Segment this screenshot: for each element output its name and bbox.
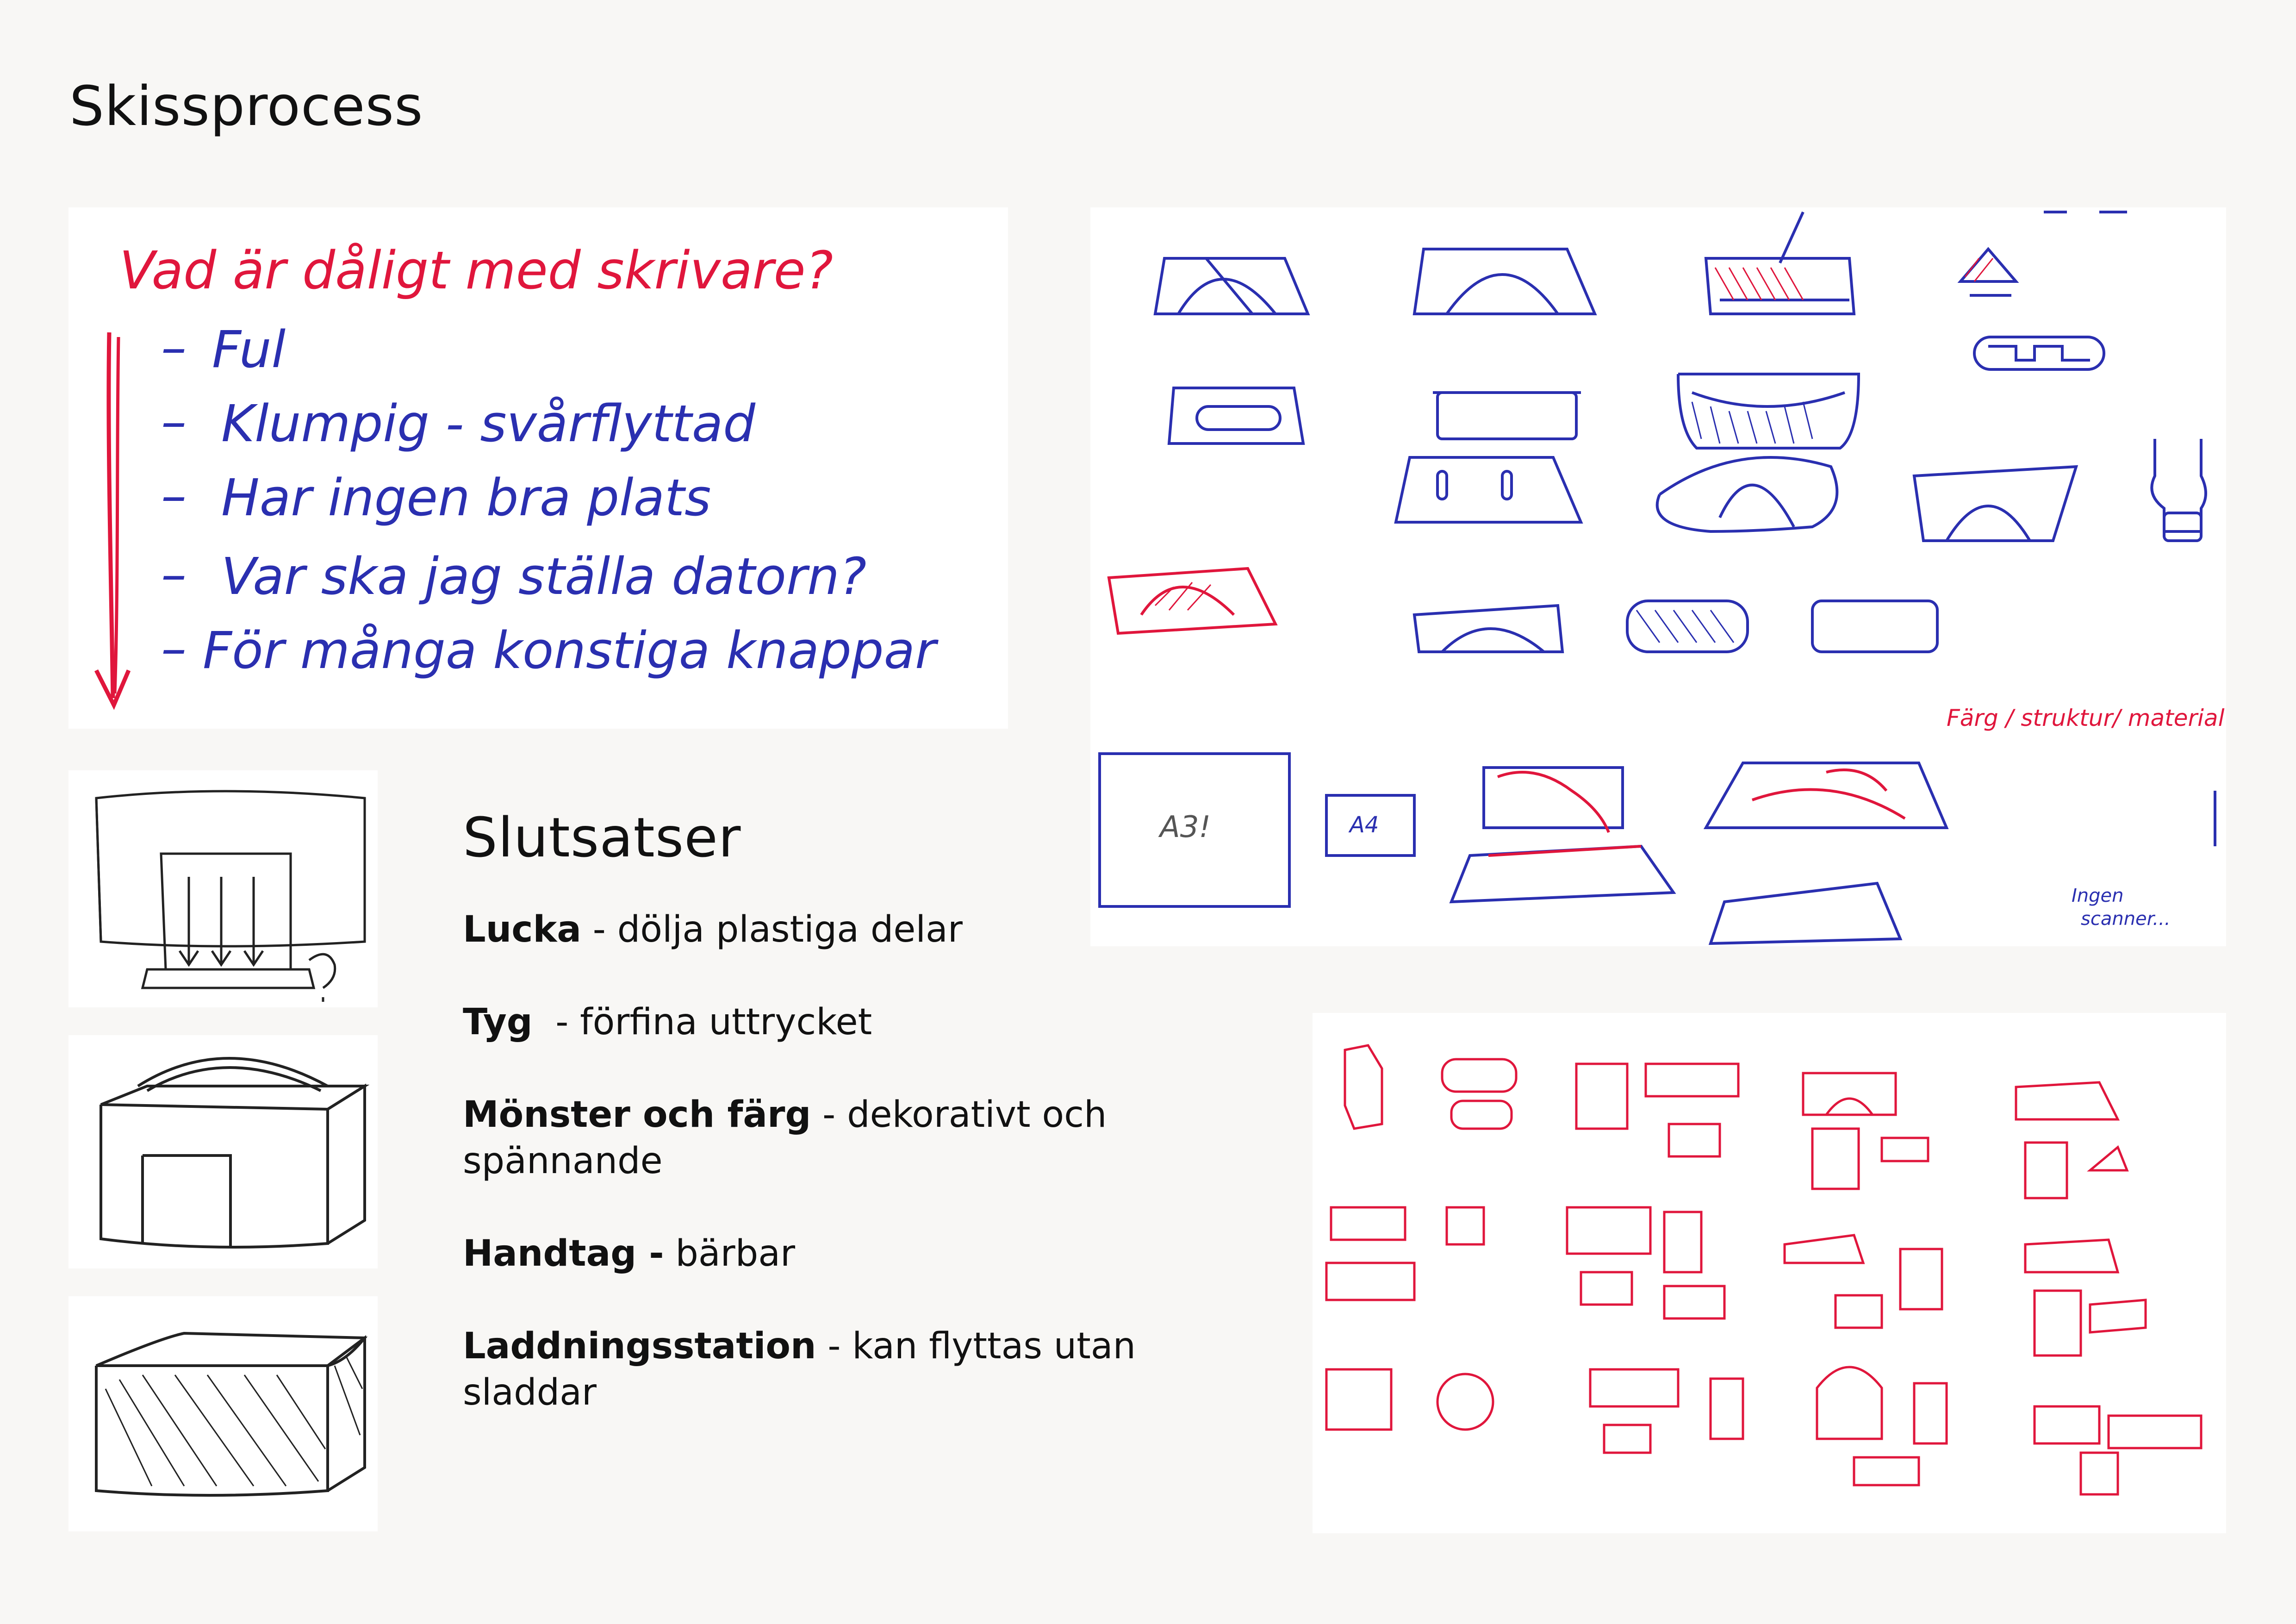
- page-title: Skissprocess: [69, 74, 423, 138]
- conclusion-item: Handtag - bärbar: [463, 1230, 1185, 1277]
- notes-bullet: –: [161, 318, 187, 377]
- printer-shape-sketches: A3! A4 Färg / struktur/ material? Ingen …: [1098, 211, 2226, 945]
- conclusions-section: Slutsatser Lucka - dölja plastiga delar …: [463, 806, 1185, 1462]
- notes-arrow-line: [106, 332, 115, 699]
- notes-point-3: Har ingen bra plats: [221, 468, 711, 527]
- printer-hatch-sketch: [95, 790, 366, 1002]
- printer-thumbnail-sketches: [1325, 1044, 2203, 1496]
- conclusion-item: Lucka - dölja plastiga delar: [463, 906, 1185, 953]
- notes-arrow-line-2: [113, 337, 120, 694]
- thumb-sketch-fabric: [68, 1296, 378, 1531]
- thumb-sketch-handle: [68, 1035, 378, 1268]
- notes-bullet: –: [161, 392, 187, 451]
- label-scanner-1: Ingen: [2072, 885, 2124, 906]
- notes-bullet: –: [161, 466, 187, 525]
- thumb-sketch-hatch: [68, 770, 378, 1007]
- label-material: Färg / struktur/ material?: [1947, 705, 2226, 731]
- conclusion-term: Tyg: [463, 1001, 533, 1043]
- conclusion-desc: - dölja plastiga delar: [581, 909, 963, 950]
- notes-point-2: Klumpig - svårflyttad: [221, 394, 756, 453]
- conclusion-item: Tyg - förfina uttrycket: [463, 999, 1185, 1045]
- conclusion-term: Lucka: [463, 909, 581, 950]
- label-a4: A4: [1348, 812, 1379, 838]
- conclusion-item: Mönster och färg - dekorativt och spänna…: [463, 1092, 1185, 1184]
- notes-point-5: För många konstiga knappar: [203, 621, 939, 680]
- printer-fabric-sketch: [95, 1331, 368, 1497]
- conclusions-heading: Slutsatser: [463, 806, 741, 869]
- notes-point-1: Ful: [212, 320, 286, 379]
- blue-sketch-sheet: A3! A4 Färg / struktur/ material? Ingen …: [1090, 207, 2226, 946]
- printer-handle-sketch: [100, 1057, 370, 1249]
- red-sketch-sheet: [1313, 1013, 2226, 1533]
- notes-question: Vad är dåligt med skrivare?: [119, 241, 833, 301]
- conclusion-desc: - förfina uttrycket: [532, 1001, 872, 1043]
- conclusion-term: Laddningsstation: [463, 1325, 816, 1367]
- notes-panel: Vad är dåligt med skrivare? – Ful – Klum…: [68, 207, 1008, 729]
- label-scanner-2: scanner...: [2081, 908, 2171, 930]
- notes-bullet: –: [161, 544, 187, 604]
- notes-point-4: Var ska jag ställa datorn?: [221, 547, 866, 606]
- notes-bullet: –: [161, 618, 187, 678]
- conclusion-term: Handtag -: [463, 1233, 664, 1274]
- conclusion-term: Mönster och färg: [463, 1094, 811, 1136]
- conclusion-desc: bärbar: [664, 1233, 796, 1274]
- conclusion-item: Laddningsstation - kan flyttas utan slad…: [463, 1323, 1185, 1416]
- notes-sketch: Vad är dåligt med skrivare? – Ful – Klum…: [94, 241, 939, 710]
